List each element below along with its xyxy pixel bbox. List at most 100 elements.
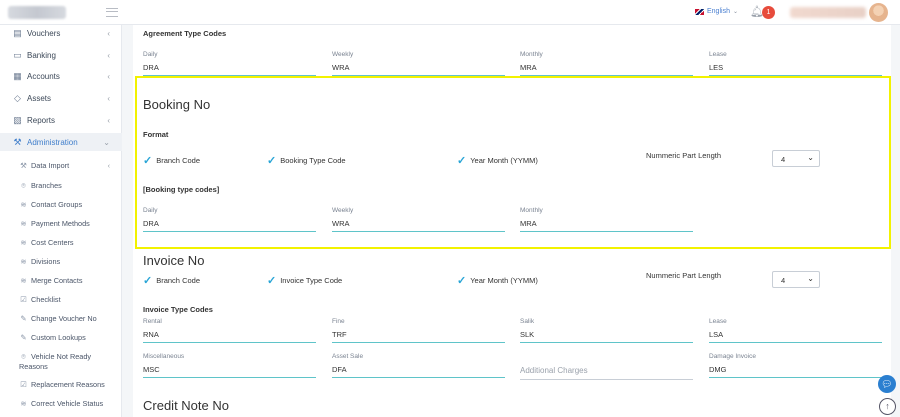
sidebar-item-accounts[interactable]: ▦ Accounts ‹	[0, 67, 122, 85]
bank-icon: ▭	[13, 49, 22, 60]
agreement-monthly-field[interactable]: Monthly MRA	[520, 51, 693, 76]
field-label: Asset Sale	[332, 353, 364, 360]
field-value: SLK	[520, 330, 535, 339]
invoice-salik-field[interactable]: Salik SLK	[520, 318, 693, 343]
sidebar-subitem-label: Change Voucher No	[31, 314, 97, 323]
field-label: Miscellaneous	[143, 353, 185, 360]
checklist-icon: ☑	[20, 380, 27, 389]
menu-toggle-icon[interactable]	[106, 8, 118, 17]
stack-icon: ≋	[20, 219, 27, 228]
select-value: 4	[781, 276, 786, 285]
chevron-left-icon: ‹	[107, 50, 110, 60]
field-label: Fine	[332, 318, 345, 325]
checklist-icon: ☑	[20, 295, 27, 304]
scroll-up-icon[interactable]: ↑	[879, 398, 896, 415]
field-label: Weekly	[332, 51, 354, 58]
reports-icon: ▧	[13, 114, 22, 125]
sidebar-subitem-label: Merge Contacts	[31, 276, 83, 285]
diamond-icon: ◇	[14, 92, 21, 103]
stack-icon: ≋	[20, 276, 27, 285]
field-label: Monthly	[520, 51, 543, 58]
stack-icon: ≋	[20, 238, 27, 247]
invoice-additional-charges-field[interactable]: Additional Charges	[520, 355, 693, 380]
sidebar-item-assets[interactable]: ◇ Assets ‹	[0, 89, 122, 107]
invoice-numeric-length-select[interactable]: 4 ⌄	[772, 271, 820, 288]
check-label: Branch Code	[156, 276, 200, 285]
voucher-icon: ▤	[13, 27, 22, 38]
avatar[interactable]	[869, 3, 888, 22]
invoice-year-month-check[interactable]: ✓ Year Month (YYMM)	[457, 274, 538, 287]
edit-icon: ✎	[20, 333, 27, 342]
field-label: Damage Invoice	[709, 353, 756, 360]
user-name[interactable]	[790, 7, 866, 18]
language-label: English	[707, 8, 730, 15]
field-value: MSC	[143, 365, 160, 374]
chevron-down-icon: ⌄	[732, 9, 738, 15]
sidebar-item-label: Administration	[27, 137, 78, 147]
invoice-miscellaneous-field[interactable]: Miscellaneous MSC	[143, 353, 316, 378]
agreement-lease-field[interactable]: Lease LES	[709, 51, 882, 76]
sidebar-item-label: Banking	[27, 50, 56, 60]
uk-flag-icon	[695, 8, 704, 15]
sidebar-item-administration[interactable]: ⚒ Administration ⌄	[0, 133, 122, 151]
chevron-down-icon: ⌄	[807, 274, 814, 283]
invoice-type-code-check[interactable]: ✓ Invoice Type Code	[267, 274, 342, 287]
invoice-branch-code-check[interactable]: ✓ Branch Code	[143, 274, 200, 287]
chevron-left-icon: ‹	[107, 115, 110, 125]
chevron-left-icon: ‹	[107, 28, 110, 38]
invoice-asset-sale-field[interactable]: Asset Sale DFA	[332, 353, 505, 378]
invoice-no-title: Invoice No	[143, 253, 205, 268]
sidebar-subitem-label: Cost Centers	[31, 238, 74, 247]
sidebar-item-reports[interactable]: ▧ Reports ‹	[0, 111, 122, 129]
sidebar-item-label: Accounts	[27, 71, 60, 81]
chevron-left-icon: ‹	[107, 71, 110, 81]
wrench-icon: ⚒	[20, 161, 27, 170]
field-value: RNA	[143, 330, 159, 339]
agreement-weekly-field[interactable]: Weekly WRA	[332, 51, 505, 76]
location-pin-icon: ⌾	[21, 181, 26, 190]
field-label: Lease	[709, 318, 727, 325]
sidebar-subitem-label: Custom Lookups	[31, 333, 86, 342]
chevron-down-icon: ⌄	[103, 137, 110, 147]
field-placeholder: Additional Charges	[520, 366, 588, 375]
field-value: DRA	[143, 63, 159, 72]
accounts-icon: ▦	[13, 70, 22, 81]
checkmark-icon: ✓	[143, 275, 153, 287]
check-label: Year Month (YYMM)	[470, 276, 538, 285]
sidebar-item-label: Vouchers	[27, 28, 61, 38]
field-value: MRA	[520, 63, 537, 72]
invoice-rental-field[interactable]: Rental RNA	[143, 318, 316, 343]
sidebar-subitem-label: Correct Vehicle Status	[31, 399, 104, 408]
field-value: TRF	[332, 330, 347, 339]
top-bar: English ⌄ 🔔︎ 1	[0, 0, 900, 25]
sidebar-item-vouchers[interactable]: ▤ Vouchers ‹	[0, 24, 122, 42]
bell-icon[interactable]: 🔔︎	[750, 6, 764, 19]
invoice-fine-field[interactable]: Fine TRF	[332, 318, 505, 343]
wrench-icon: ⚒	[13, 136, 22, 147]
credit-note-no-title: Credit Note No	[143, 398, 229, 413]
field-label: Lease	[709, 51, 727, 58]
sidebar-subitem-label: Checklist	[31, 295, 61, 304]
sidebar-subitem-label: Divisions	[31, 257, 61, 266]
check-label: Invoice Type Code	[280, 276, 343, 285]
checkmark-icon: ✓	[457, 275, 467, 287]
sidebar-item-banking[interactable]: ▭ Banking ‹	[0, 46, 122, 64]
agreement-daily-field[interactable]: Daily DRA	[143, 51, 316, 76]
invoice-lease-field[interactable]: Lease LSA	[709, 318, 882, 343]
stack-icon: ≋	[20, 257, 27, 266]
app-logo[interactable]	[8, 6, 66, 19]
language-selector[interactable]: English ⌄	[695, 8, 738, 15]
sidebar: ▤ Vouchers ‹ ▭ Banking ‹ ▦ Accounts ‹ ◇ …	[0, 25, 122, 417]
field-value: DMG	[709, 365, 727, 374]
invoice-numeric-length-label: Nummeric Part Length	[646, 271, 722, 280]
field-value: DFA	[332, 365, 347, 374]
edit-icon: ✎	[20, 314, 27, 323]
sidebar-item-label: Assets	[27, 93, 52, 103]
chevron-left-icon: ‹	[107, 93, 110, 103]
sidebar-subitem-label: Payment Methods	[31, 219, 90, 228]
agreement-type-codes-heading: Agreement Type Codes	[143, 29, 227, 38]
chat-icon[interactable]: 💬︎	[878, 375, 896, 393]
notification-badge[interactable]: 1	[762, 6, 775, 19]
chevron-left-icon: ‹	[107, 161, 110, 170]
invoice-damage-field[interactable]: Damage Invoice DMG	[709, 353, 882, 378]
